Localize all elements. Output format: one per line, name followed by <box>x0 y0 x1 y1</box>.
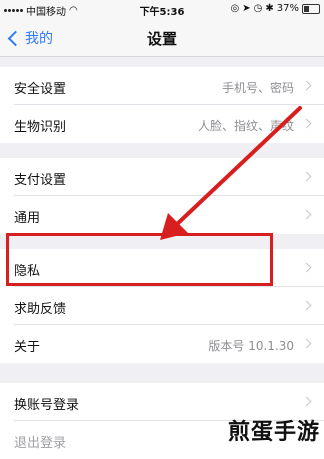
annotation-arrow-icon <box>160 106 302 240</box>
watermark: 煎蛋手游 <box>227 420 320 445</box>
